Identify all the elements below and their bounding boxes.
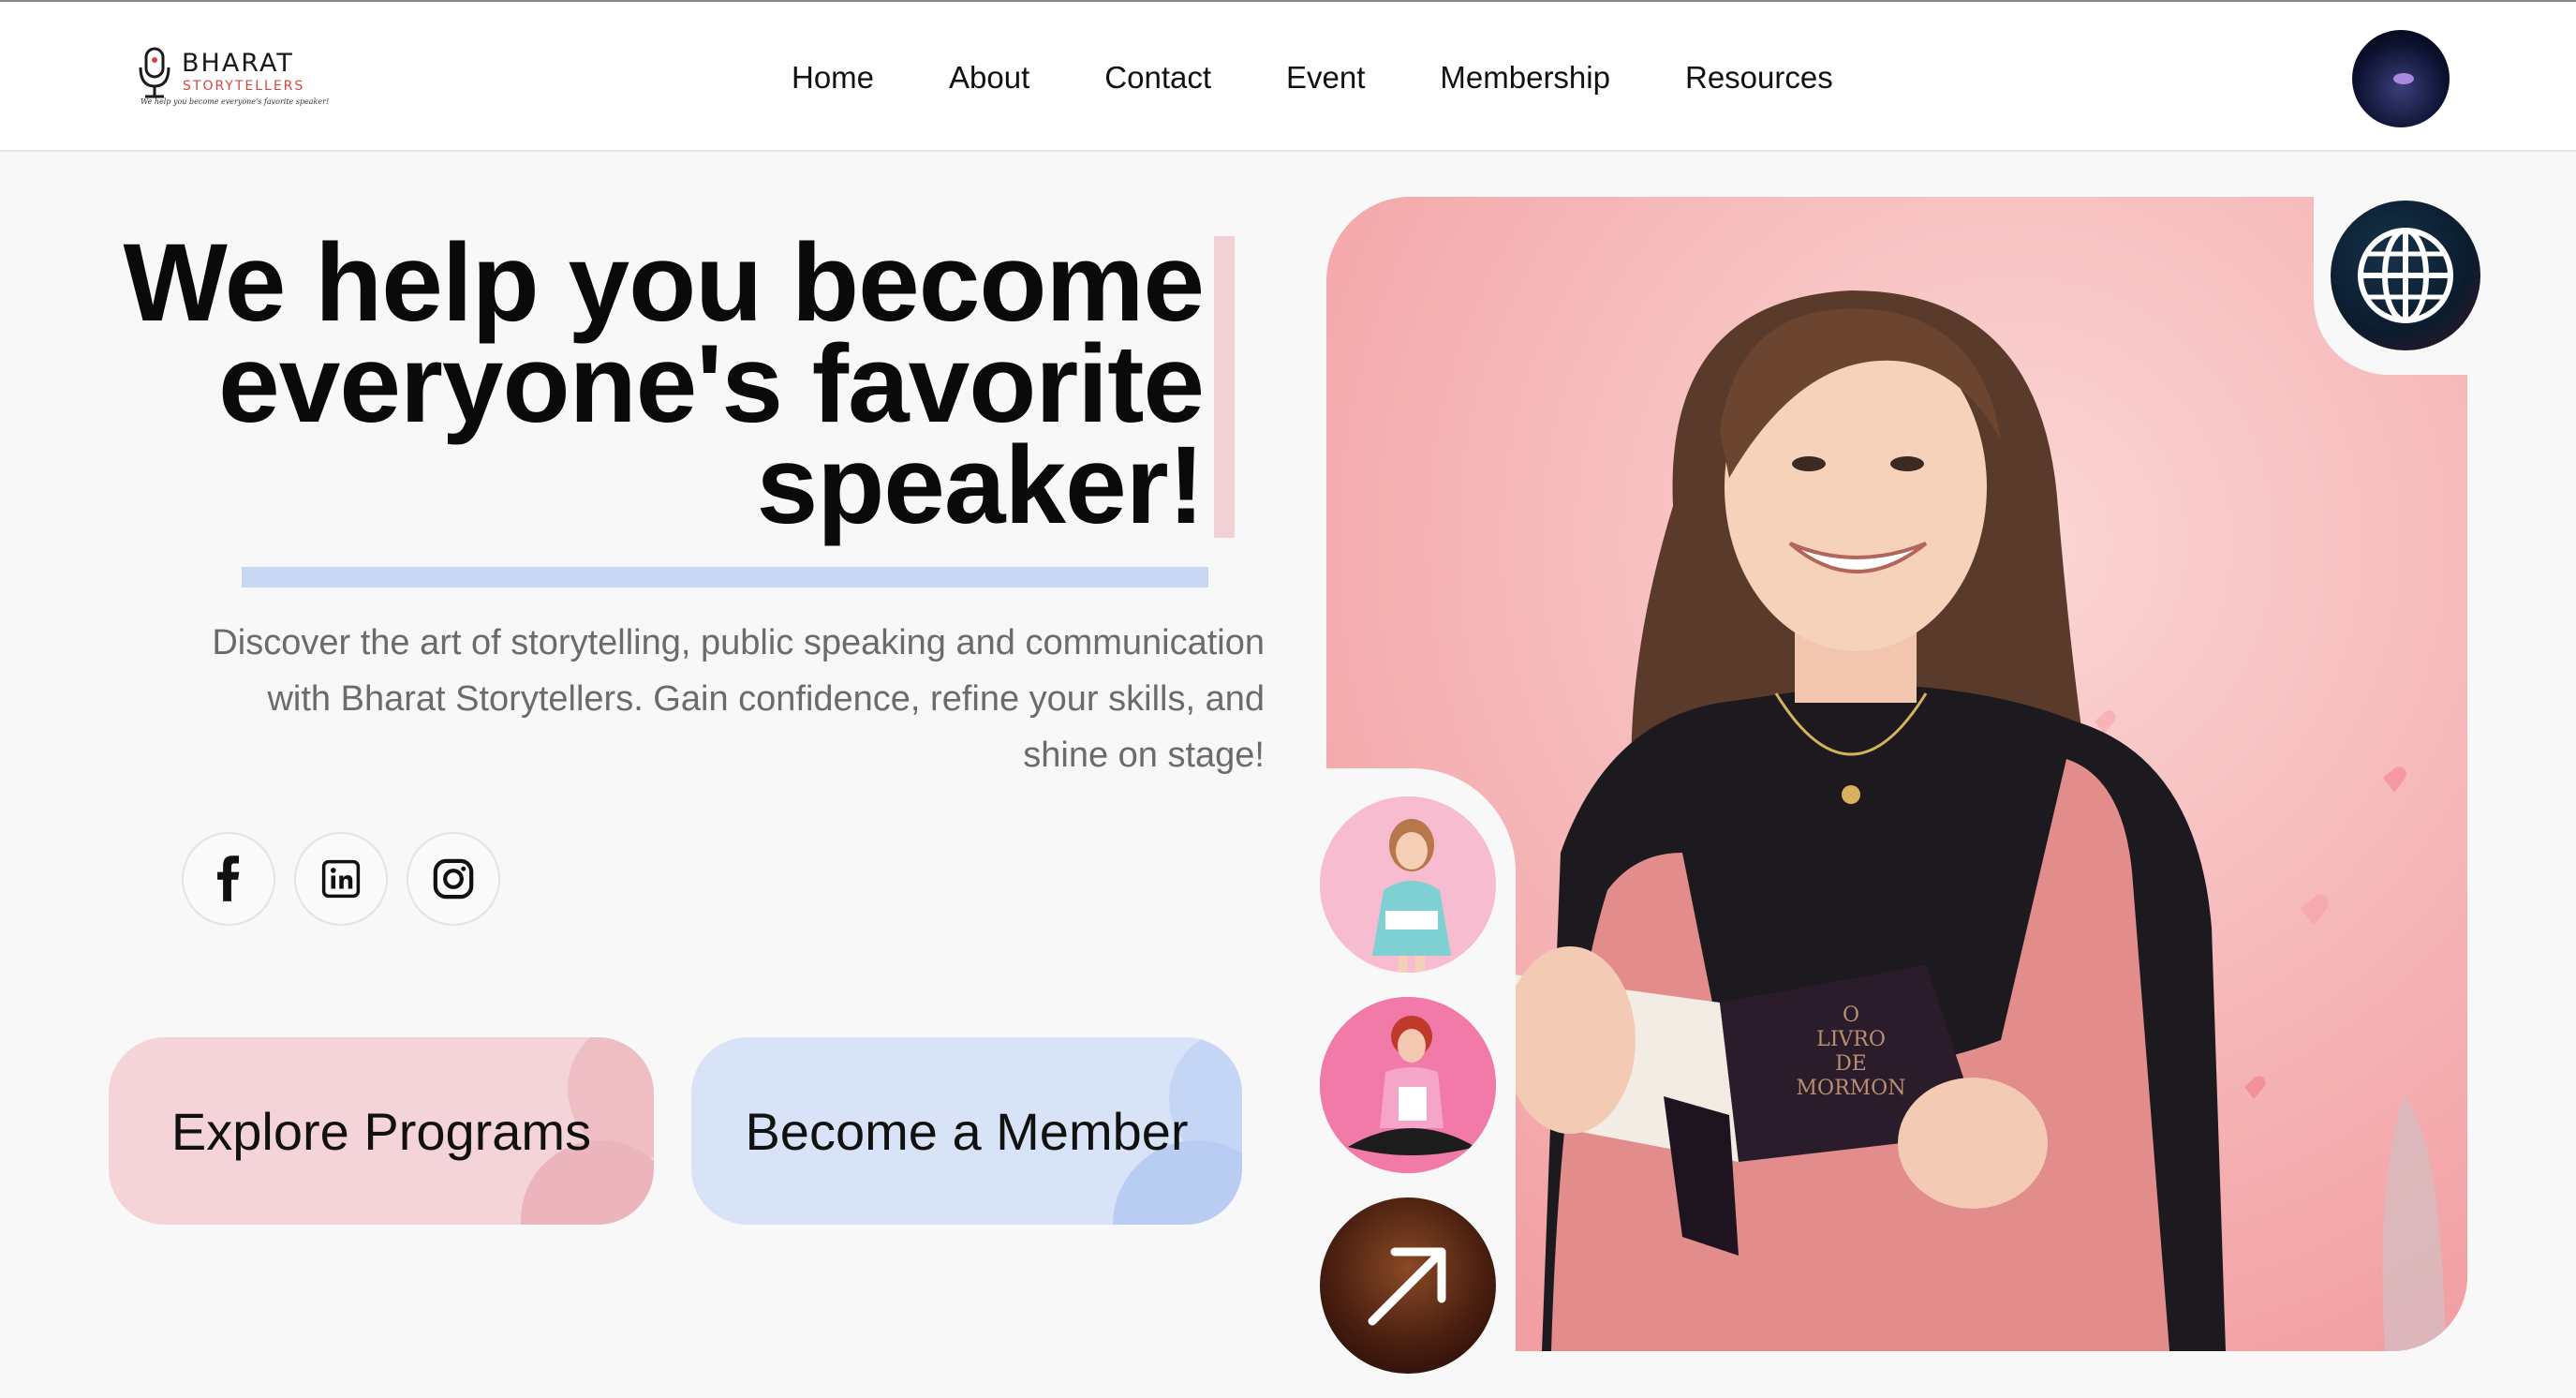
explore-programs-label: Explore Programs [170, 1101, 592, 1161]
arrow-up-right-icon [1368, 1247, 1446, 1326]
avatar-highlight [2393, 73, 2414, 84]
nav-contact[interactable]: Contact [1104, 60, 1211, 96]
hero-title-line-3: speaker! [756, 424, 1205, 547]
book-title-line: MORMON [1797, 1077, 1906, 1100]
nav-event[interactable]: Event [1286, 60, 1365, 96]
hero-title: We help you become everyone's favorite s… [112, 228, 1205, 541]
globe-icon [2358, 228, 2453, 323]
become-member-label: Become a Member [745, 1101, 1189, 1161]
thumbnail-explore[interactable] [1316, 1194, 1500, 1377]
thumbnail-girl-reading[interactable] [1316, 793, 1500, 976]
girl-reading-image [1320, 796, 1496, 973]
title-accent-bar [1214, 236, 1235, 538]
logo-subtitle: STORYTELLERS [183, 79, 305, 94]
hero-description: Discover the art of storytelling, public… [112, 615, 1265, 783]
nav-home[interactable]: Home [792, 60, 874, 96]
linkedin-icon [321, 859, 361, 899]
facebook-link[interactable] [182, 832, 275, 926]
site-logo[interactable]: BHARAT STORYTELLERS We help you become e… [137, 43, 329, 114]
instagram-icon [433, 858, 474, 900]
hero-description-line-1: Discover the art of storytelling, public… [212, 623, 1265, 662]
instagram-link[interactable] [407, 832, 500, 926]
explore-programs-button[interactable]: Explore Programs [109, 1037, 654, 1225]
logo-tagline: We help you become everyone's favorite s… [141, 97, 330, 106]
book-title-line: O [1843, 1004, 1859, 1027]
book-title-line: DE [1835, 1052, 1867, 1076]
user-avatar[interactable] [2352, 30, 2450, 127]
nav-resources[interactable]: Resources [1685, 60, 1833, 96]
facebook-icon [217, 855, 240, 901]
microphone-icon [139, 47, 170, 98]
title-underline [242, 567, 1208, 587]
thumbnail-woman-meditating[interactable] [1316, 993, 1500, 1177]
woman-meditating-image [1320, 997, 1496, 1173]
nav-about[interactable]: About [949, 60, 1029, 96]
hero-description-line-3: shine on stage! [1023, 736, 1265, 775]
main-nav: Home About Contact Event Membership Reso… [792, 54, 1833, 101]
hero-description-line-2: with Bharat Storytellers. Gain confidenc… [267, 679, 1265, 719]
language-button[interactable] [2331, 201, 2480, 350]
become-member-button[interactable]: Become a Member [691, 1037, 1242, 1225]
book-title-line: LIVRO [1816, 1028, 1886, 1051]
social-links [182, 832, 519, 926]
linkedin-link[interactable] [294, 832, 388, 926]
site-header: BHARAT STORYTELLERS We help you become e… [0, 0, 2576, 152]
logo-brand: BHARAT [182, 49, 294, 78]
nav-membership[interactable]: Membership [1440, 60, 1610, 96]
